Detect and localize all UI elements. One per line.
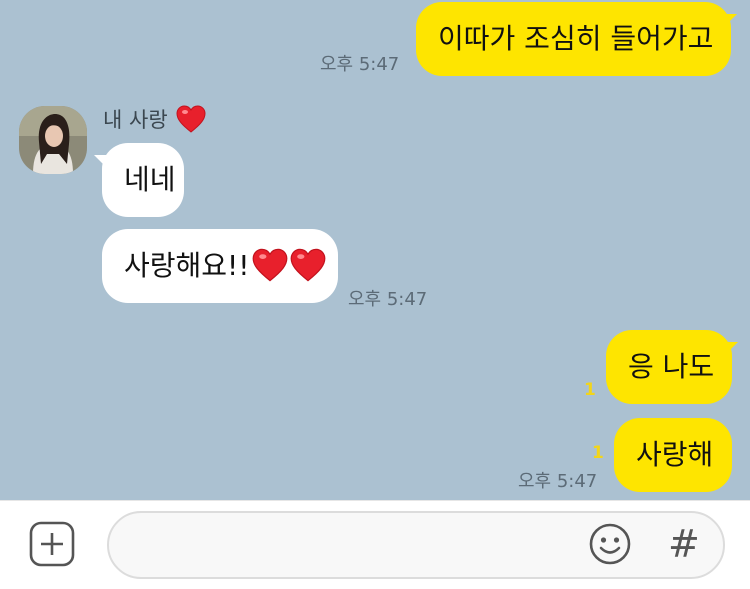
bubble-tail (724, 342, 738, 356)
their-message-bubble[interactable]: 사랑해요!! (102, 229, 338, 303)
bubble-tail (723, 14, 737, 28)
red-heart-icon (176, 105, 206, 133)
plus-square-icon[interactable] (29, 521, 75, 567)
message-text: 응 나도 (628, 350, 715, 383)
message-time: 오후 5:47 (348, 289, 428, 310)
red-heart-icon (290, 248, 325, 282)
avatar-photo (19, 106, 87, 174)
their-message-bubble[interactable]: 네네 (102, 143, 184, 217)
my-message-bubble[interactable]: 응 나도 (606, 330, 732, 404)
hash-icon[interactable]: # (668, 521, 700, 567)
red-heart-icon (252, 248, 287, 282)
chat-area[interactable]: 오후 5:47 이따가 조심히 들어가고 내 사랑 네네 사랑해요!! 오후 5… (0, 0, 750, 500)
bubble-tail (94, 155, 108, 169)
message-text: 사랑해요!! (124, 249, 250, 282)
message-input-bar (0, 500, 750, 589)
sender-name: 내 사랑 (103, 104, 206, 134)
avatar[interactable] (19, 106, 87, 174)
message-text: 네네 (124, 163, 176, 196)
smiley-icon[interactable] (589, 523, 631, 565)
message-time: 오후 5:47 (320, 54, 400, 75)
message-input[interactable] (131, 523, 575, 569)
unread-count: 1 (592, 443, 604, 463)
sender-name-text: 내 사랑 (103, 108, 168, 132)
message-time: 오후 5:47 (518, 471, 598, 492)
unread-count: 1 (584, 380, 596, 400)
message-text: 이따가 조심히 들어가고 (438, 22, 714, 55)
message-text: 사랑해 (636, 438, 714, 471)
message-input-box[interactable] (107, 511, 725, 579)
my-message-bubble[interactable]: 이따가 조심히 들어가고 (416, 2, 731, 76)
my-message-bubble[interactable]: 사랑해 (614, 418, 732, 492)
